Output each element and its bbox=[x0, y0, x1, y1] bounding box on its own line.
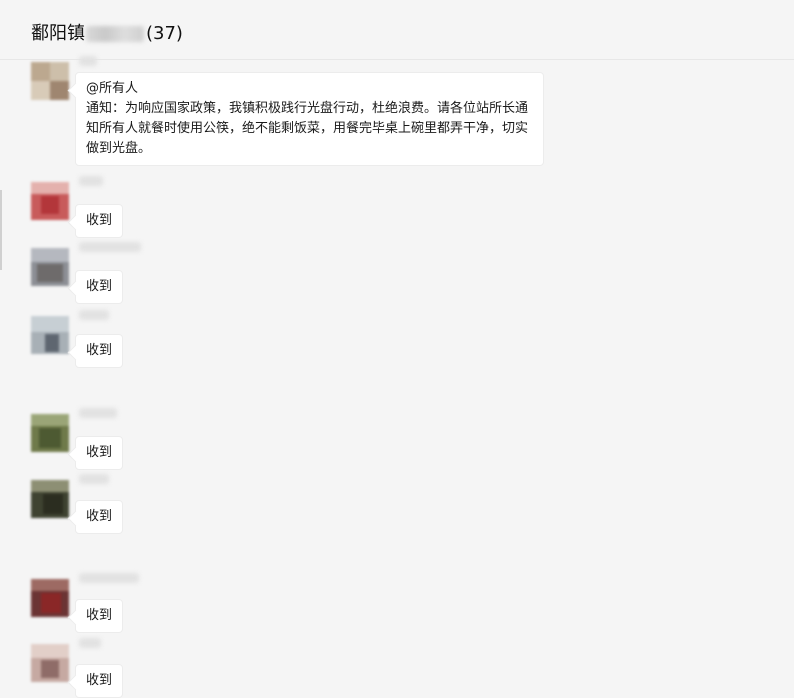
sender-name bbox=[79, 310, 109, 320]
sender-name bbox=[79, 638, 101, 648]
message-bubble[interactable]: 收到 bbox=[75, 270, 124, 304]
redacted-title-part bbox=[86, 26, 144, 42]
message-bubble[interactable]: 收到 bbox=[75, 204, 124, 238]
message-bubble[interactable]: 收到 bbox=[75, 664, 124, 698]
sender-name bbox=[79, 408, 117, 418]
message-bubble[interactable]: 收到 bbox=[75, 334, 124, 368]
chat-title-text: 鄱阳镇 bbox=[31, 23, 85, 44]
avatar[interactable] bbox=[31, 248, 69, 286]
avatar[interactable] bbox=[31, 62, 69, 100]
sender-name bbox=[79, 176, 103, 186]
avatar[interactable] bbox=[31, 480, 69, 518]
scrollbar[interactable] bbox=[0, 190, 2, 270]
avatar[interactable] bbox=[31, 414, 69, 452]
sender-name bbox=[79, 56, 97, 66]
sender-name bbox=[79, 474, 109, 484]
avatar[interactable] bbox=[31, 316, 69, 354]
sender-name bbox=[79, 573, 139, 583]
sender-name bbox=[79, 242, 141, 252]
chat-header: 鄱阳镇 (37) bbox=[0, 0, 794, 60]
message-bubble[interactable]: 收到 bbox=[75, 436, 124, 470]
message-text: 通知：为响应国家政策，我镇积极践行光盘行动，杜绝浪费。请各位站所长通知所有人就餐… bbox=[86, 101, 529, 156]
message-bubble[interactable]: 收到 bbox=[75, 500, 124, 534]
message-text: 收到 bbox=[86, 213, 113, 228]
member-count: (37) bbox=[146, 23, 183, 44]
avatar[interactable] bbox=[31, 182, 69, 220]
chat-title[interactable]: 鄱阳镇 (37) bbox=[31, 22, 183, 46]
message-text: 收到 bbox=[86, 509, 113, 524]
mention-text: @所有人 bbox=[86, 81, 139, 96]
message-bubble[interactable]: 收到 bbox=[75, 599, 124, 633]
message-text: 收到 bbox=[86, 445, 113, 460]
message-text: 收到 bbox=[86, 343, 113, 358]
message-bubble[interactable]: @所有人 通知：为响应国家政策，我镇积极践行光盘行动，杜绝浪费。请各位站所长通知… bbox=[75, 72, 544, 166]
message-text: 收到 bbox=[86, 279, 113, 294]
avatar[interactable] bbox=[31, 644, 69, 682]
avatar[interactable] bbox=[31, 579, 69, 617]
message-text: 收到 bbox=[86, 608, 113, 623]
message-text: 收到 bbox=[86, 673, 113, 688]
